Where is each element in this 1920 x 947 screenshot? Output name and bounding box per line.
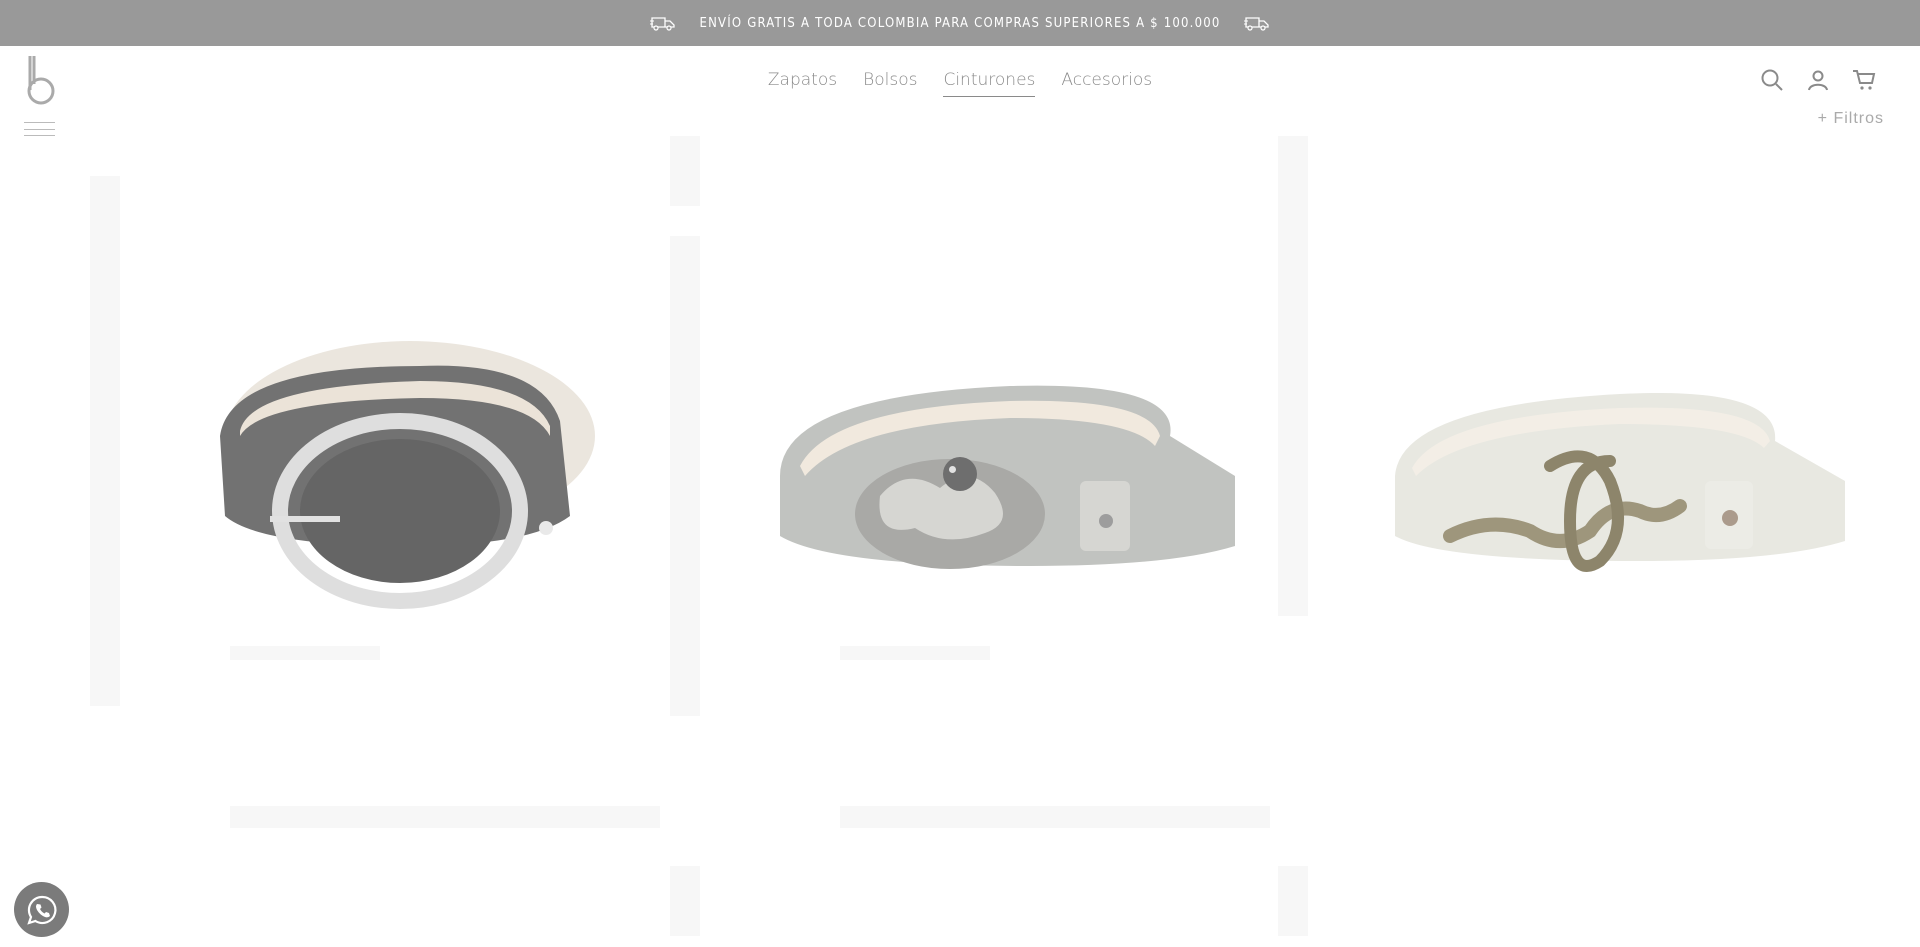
placeholder-block <box>840 806 1270 828</box>
product-grid <box>0 136 1920 947</box>
nav-accesorios[interactable]: Accesorios <box>1061 70 1152 97</box>
promo-text: ENVÍO GRATIS A TODA COLOMBIA PARA COMPRA… <box>699 15 1221 31</box>
placeholder-block <box>670 866 700 936</box>
whatsapp-icon <box>26 895 56 925</box>
product-image-belt-octopus <box>780 385 1235 569</box>
nav-cinturones[interactable]: Cinturones <box>943 70 1036 97</box>
promo-bar: ENVÍO GRATIS A TODA COLOMBIA PARA COMPRA… <box>0 0 1920 46</box>
product-image-belt-snake <box>1395 392 1845 572</box>
user-icon[interactable] <box>1806 68 1830 92</box>
truck-icon <box>649 17 675 31</box>
product-card-1[interactable] <box>110 136 710 696</box>
filters-button[interactable]: + Filtros <box>1818 110 1884 128</box>
truck-icon <box>1244 17 1270 31</box>
header-icons <box>1760 68 1876 92</box>
site-header: Zapatos Bolsos Cinturones Accesorios <box>0 46 1920 136</box>
search-icon[interactable] <box>1760 68 1784 92</box>
carousel-dot[interactable] <box>943 457 977 491</box>
whatsapp-button[interactable] <box>14 882 69 937</box>
hamburger-icon[interactable] <box>24 122 55 136</box>
product-card-2[interactable] <box>710 136 1310 696</box>
product-image-belt-black <box>220 341 595 609</box>
product-card-3[interactable] <box>1320 136 1920 696</box>
nav-bolsos[interactable]: Bolsos <box>863 70 917 97</box>
placeholder-block <box>230 806 660 828</box>
main-nav: Zapatos Bolsos Cinturones Accesorios <box>0 70 1920 97</box>
cart-icon[interactable] <box>1852 68 1876 92</box>
placeholder-block <box>1278 866 1308 936</box>
nav-zapatos[interactable]: Zapatos <box>768 70 837 97</box>
